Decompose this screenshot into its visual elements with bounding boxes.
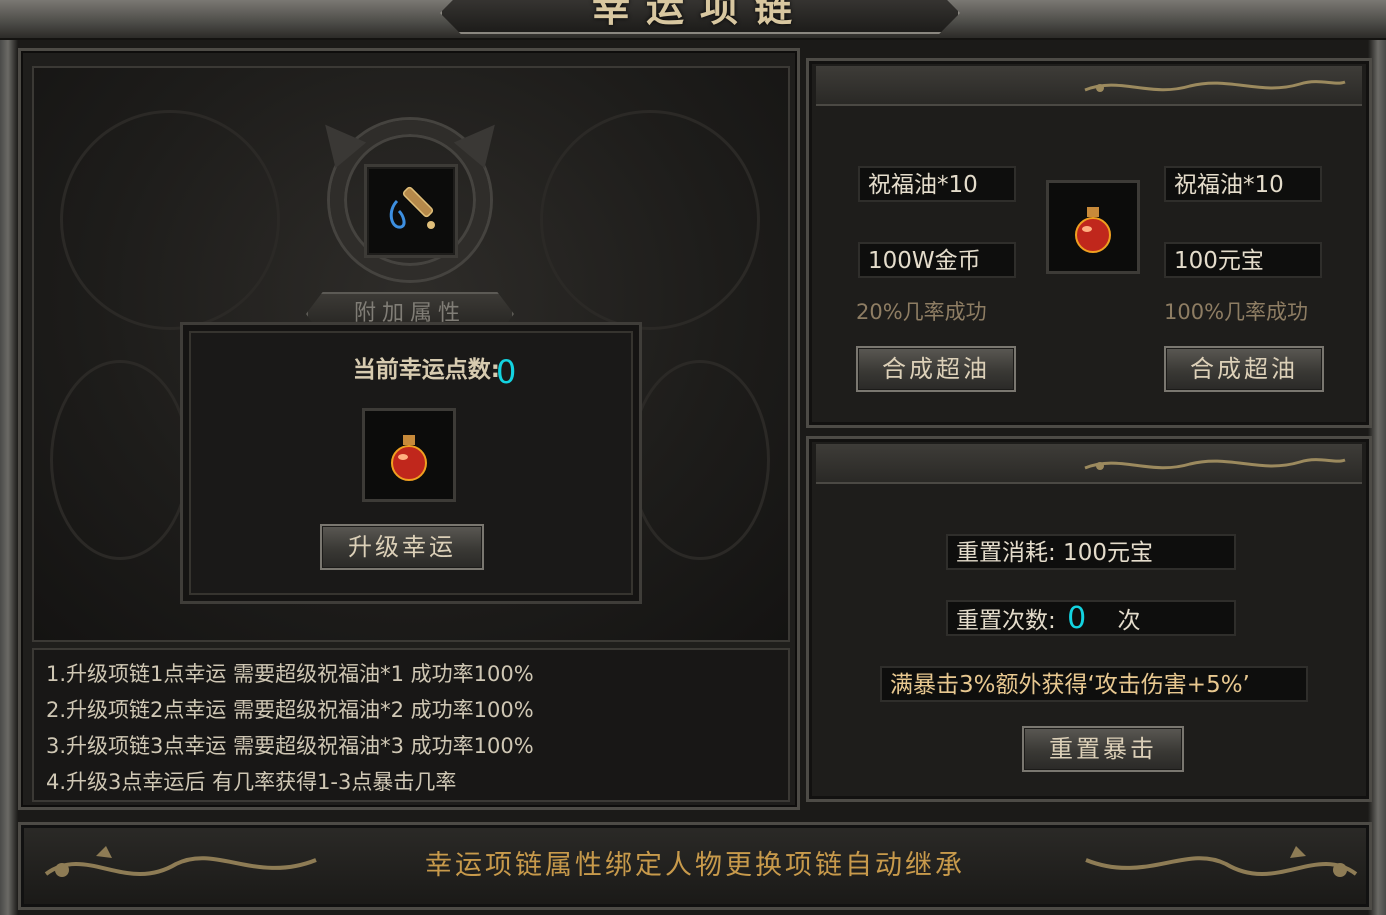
reset-count-label: 重置次数: [956,608,1056,634]
reset-crit-button[interactable]: 重置暴击 [1022,726,1184,772]
dragon-ornament-icon [1080,450,1350,480]
decor-swirl [540,110,760,330]
synth-right-cost: 100元宝 [1164,242,1322,278]
decor-swirl [630,360,770,560]
decor-swirl [60,110,280,330]
synth-left-rate: 20%几率成功 [856,300,987,324]
synth-left-material: 祝福油*10 [858,166,1016,202]
luck-points-label: 当前幸运点数: [352,357,500,383]
synth-oil-slot[interactable] [1046,180,1140,274]
reset-count-unit: 次 [1117,608,1141,634]
synth-right-rate: 100%几率成功 [1164,300,1309,324]
decor-swirl [50,360,190,560]
synth-right-button[interactable]: 合成超油 [1164,346,1324,392]
necklace-icon [389,186,435,229]
footer-text: 幸运项链属性绑定人物更换项链自动继承 [425,850,965,881]
upgrade-luck-button[interactable]: 升级幸运 [320,524,484,570]
rule-line: 3.升级项链3点幸运 需要超级祝福油*3 成功率100% [46,734,534,758]
reset-bonus-text: 满暴击3%额外获得‘攻击伤害+5%’ [880,666,1308,702]
rule-line: 1.升级项链1点幸运 需要超级祝福油*1 成功率100% [46,662,534,686]
synth-left-cost: 100W金币 [858,242,1016,278]
oil-slot[interactable] [362,408,456,502]
rule-line: 2.升级项链2点幸运 需要超级祝福油*2 成功率100% [46,698,534,722]
rule-line: 4.升级3点幸运后 有几率获得1-3点暴击几率 [46,770,457,794]
reset-count-value: 0 [1067,601,1087,636]
luck-points-value: 0 [496,353,517,391]
reset-cost: 重置消耗: 100元宝 [946,534,1236,570]
synth-left-button[interactable]: 合成超油 [856,346,1016,392]
synth-right-material: 祝福油*10 [1164,166,1322,202]
necklace-slot[interactable] [364,164,458,258]
dragon-ornament-icon [1080,72,1350,102]
reset-count-field: 重置次数: 0 次 [946,600,1236,636]
oil-flask-icon [391,435,427,481]
window-title: 幸运项链 [591,0,808,30]
oil-flask-icon [1075,207,1111,253]
